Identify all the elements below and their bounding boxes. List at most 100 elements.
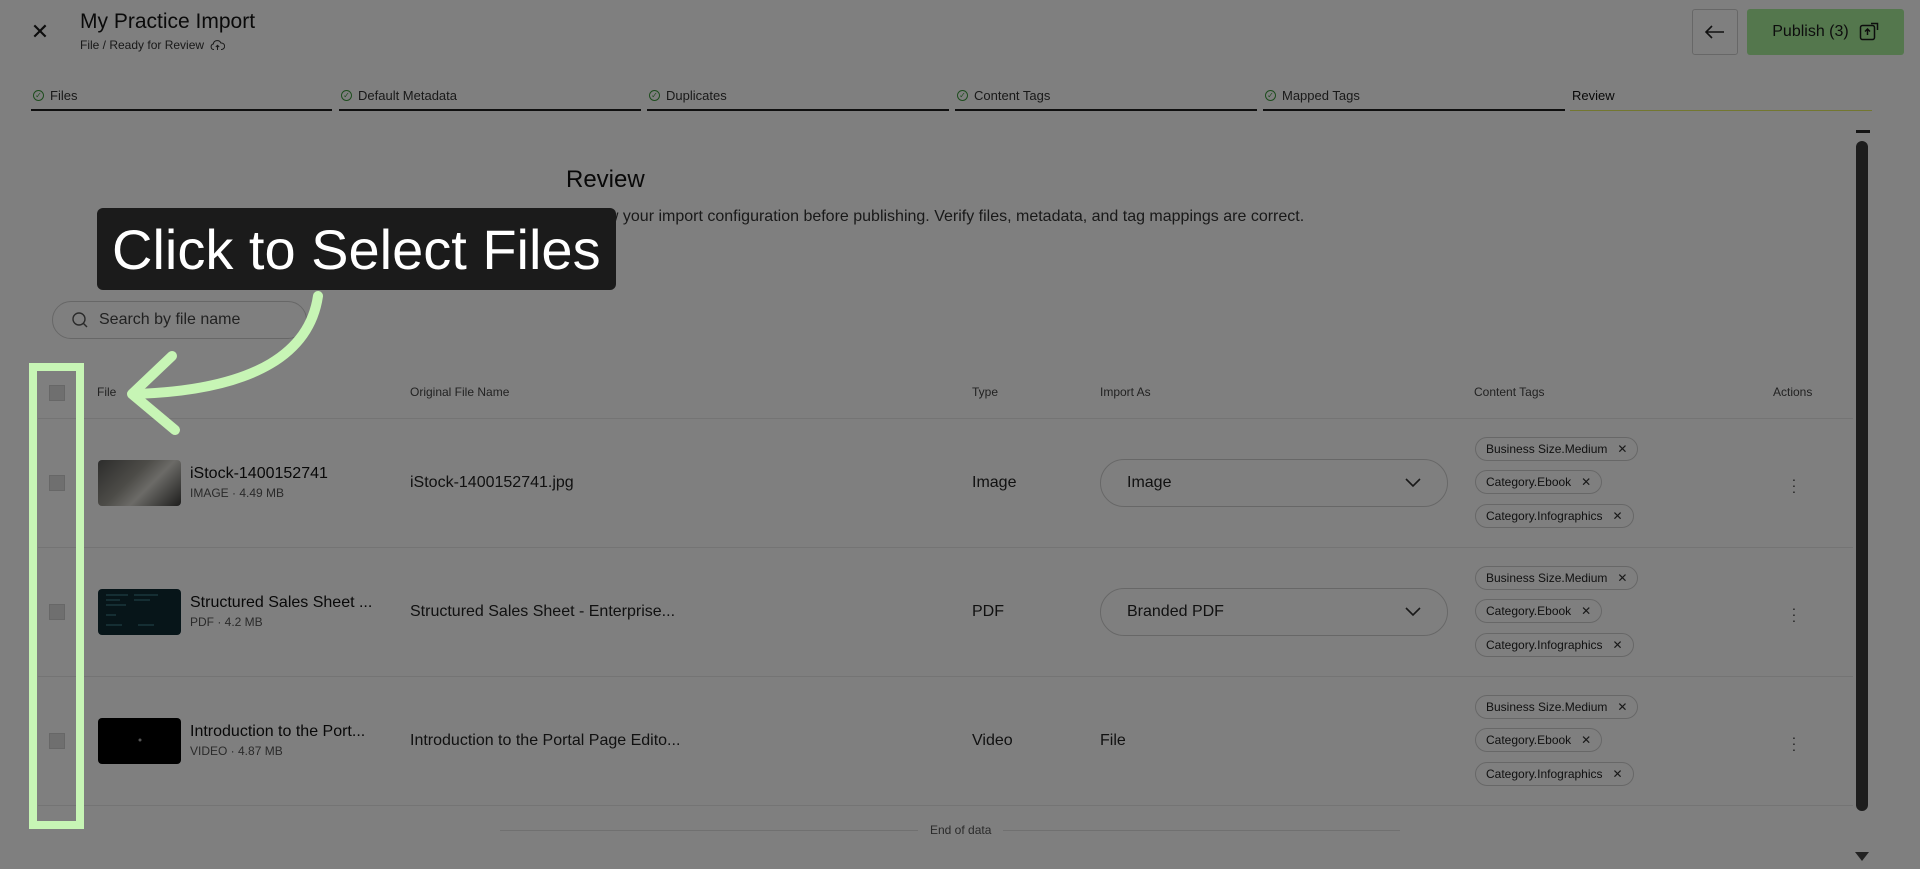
divider xyxy=(38,676,1853,677)
file-thumbnail xyxy=(98,589,181,635)
tag-chip: Category.Infographics ✕ xyxy=(1475,762,1634,786)
tag-chip: Category.Ebook ✕ xyxy=(1475,599,1603,623)
page-title: My Practice Import xyxy=(80,10,256,33)
check-icon: ✓ xyxy=(1265,90,1276,101)
file-meta: PDF · 4.2 MB xyxy=(190,615,263,629)
check-icon: ✓ xyxy=(957,90,968,101)
tag-label: Category.Ebook xyxy=(1486,475,1572,489)
check-icon: ✓ xyxy=(33,90,44,101)
import-as-value: Branded PDF xyxy=(1127,603,1224,620)
step-default-metadata[interactable]: ✓ Default Metadata xyxy=(339,88,641,111)
close-icon[interactable]: ✕ xyxy=(26,18,54,46)
remove-tag-icon[interactable]: ✕ xyxy=(1613,509,1623,523)
scrollbar-top-cap xyxy=(1856,130,1870,133)
file-meta: VIDEO · 4.87 MB xyxy=(190,744,283,758)
tag-chip: Category.Infographics ✕ xyxy=(1475,633,1634,657)
row-checkbox[interactable] xyxy=(49,475,65,491)
step-label: Duplicates xyxy=(666,88,727,103)
divider xyxy=(38,547,1853,548)
tag-label: Business Size.Medium xyxy=(1486,700,1608,714)
breadcrumb-text: File / Ready for Review xyxy=(80,38,205,52)
curved-arrow-icon xyxy=(127,291,323,435)
scroll-down-icon[interactable] xyxy=(1855,852,1869,861)
select-all-checkbox[interactable] xyxy=(49,385,65,401)
pdf-preview-icon xyxy=(106,594,158,626)
checkbox-column-highlight xyxy=(29,363,84,829)
step-files[interactable]: ✓ Files xyxy=(31,88,332,111)
more-actions-icon[interactable]: · · · xyxy=(1787,601,1801,627)
remove-tag-icon[interactable]: ✕ xyxy=(1581,604,1591,618)
review-description: Review your import configuration before … xyxy=(566,208,1305,225)
col-type: Type xyxy=(972,385,999,399)
col-original-name: Original File Name xyxy=(410,385,510,399)
tag-chip: Business Size.Medium ✕ xyxy=(1475,437,1639,461)
remove-tag-icon[interactable]: ✕ xyxy=(1581,733,1591,747)
original-file-name: iStock-1400152741.jpg xyxy=(410,474,574,491)
tag-label: Business Size.Medium xyxy=(1486,442,1608,456)
remove-tag-icon[interactable]: ✕ xyxy=(1617,442,1627,456)
step-label: Mapped Tags xyxy=(1282,88,1360,103)
step-review[interactable]: Review xyxy=(1570,88,1872,111)
import-as-select[interactable]: Image xyxy=(1100,459,1448,507)
remove-tag-icon[interactable]: ✕ xyxy=(1581,475,1591,489)
breadcrumb: File / Ready for Review xyxy=(80,38,226,52)
import-as-select[interactable]: Branded PDF xyxy=(1100,588,1448,636)
step-label: Default Metadata xyxy=(358,88,458,103)
remove-tag-icon[interactable]: ✕ xyxy=(1613,767,1623,781)
back-button[interactable] xyxy=(1692,9,1738,55)
tag-chip: Business Size.Medium ✕ xyxy=(1475,566,1639,590)
tag-label: Business Size.Medium xyxy=(1486,571,1608,585)
tag-label: Category.Ebook xyxy=(1486,733,1572,747)
remove-tag-icon[interactable]: ✕ xyxy=(1617,571,1627,585)
col-file: File xyxy=(97,385,117,399)
file-name: Introduction to the Port... xyxy=(190,723,366,740)
cloud-upload-icon xyxy=(210,40,226,50)
step-label: Content Tags xyxy=(974,88,1051,103)
file-thumbnail xyxy=(98,718,181,764)
scrollbar-thumb[interactable] xyxy=(1856,141,1868,811)
tag-label: Category.Ebook xyxy=(1486,604,1572,618)
original-file-name: Introduction to the Portal Page Edito... xyxy=(410,732,681,749)
more-actions-icon[interactable]: · · · xyxy=(1787,730,1801,756)
tutorial-callout: Click to Select Files xyxy=(97,208,616,290)
row-checkbox[interactable] xyxy=(49,604,65,620)
arrow-left-icon xyxy=(1705,25,1724,39)
check-icon: ✓ xyxy=(649,90,660,101)
file-name: Structured Sales Sheet ... xyxy=(190,594,373,611)
remove-tag-icon[interactable]: ✕ xyxy=(1617,700,1627,714)
tag-chip: Business Size.Medium ✕ xyxy=(1475,695,1639,719)
tag-chip: Category.Infographics ✕ xyxy=(1475,504,1634,528)
publish-label: Publish (3) xyxy=(1772,23,1849,40)
col-content-tags: Content Tags xyxy=(1474,385,1545,399)
chevron-down-icon xyxy=(1405,607,1421,617)
import-as-value: File xyxy=(1100,732,1126,749)
end-of-data-text: End of data xyxy=(918,823,1004,837)
more-actions-icon[interactable]: · · · xyxy=(1787,472,1801,498)
tag-label: Category.Infographics xyxy=(1486,767,1603,781)
video-preview-icon xyxy=(138,738,142,742)
search-icon xyxy=(72,312,88,328)
file-type: PDF xyxy=(972,603,1004,620)
tag-label: Category.Infographics xyxy=(1486,638,1603,652)
row-checkbox[interactable] xyxy=(49,733,65,749)
review-heading: Review xyxy=(566,166,645,193)
file-meta: IMAGE · 4.49 MB xyxy=(190,486,285,500)
file-name: iStock-1400152741 xyxy=(190,465,328,482)
original-file-name: Structured Sales Sheet - Enterprise... xyxy=(410,603,676,620)
file-type: Video xyxy=(972,732,1013,749)
step-duplicates[interactable]: ✓ Duplicates xyxy=(647,88,949,111)
col-actions: Actions xyxy=(1773,385,1813,399)
chevron-down-icon xyxy=(1405,478,1421,488)
remove-tag-icon[interactable]: ✕ xyxy=(1613,638,1623,652)
check-icon: ✓ xyxy=(341,90,352,101)
step-label: Review xyxy=(1572,88,1615,103)
file-thumbnail xyxy=(98,460,181,506)
publish-icon xyxy=(1859,22,1878,41)
step-content-tags[interactable]: ✓ Content Tags xyxy=(955,88,1257,111)
col-import-as: Import As xyxy=(1100,385,1151,399)
file-type: Image xyxy=(972,474,1017,491)
import-as-value: Image xyxy=(1127,474,1172,491)
step-mapped-tags[interactable]: ✓ Mapped Tags xyxy=(1263,88,1565,111)
publish-button[interactable]: Publish (3) xyxy=(1747,9,1904,55)
divider xyxy=(38,805,1853,806)
